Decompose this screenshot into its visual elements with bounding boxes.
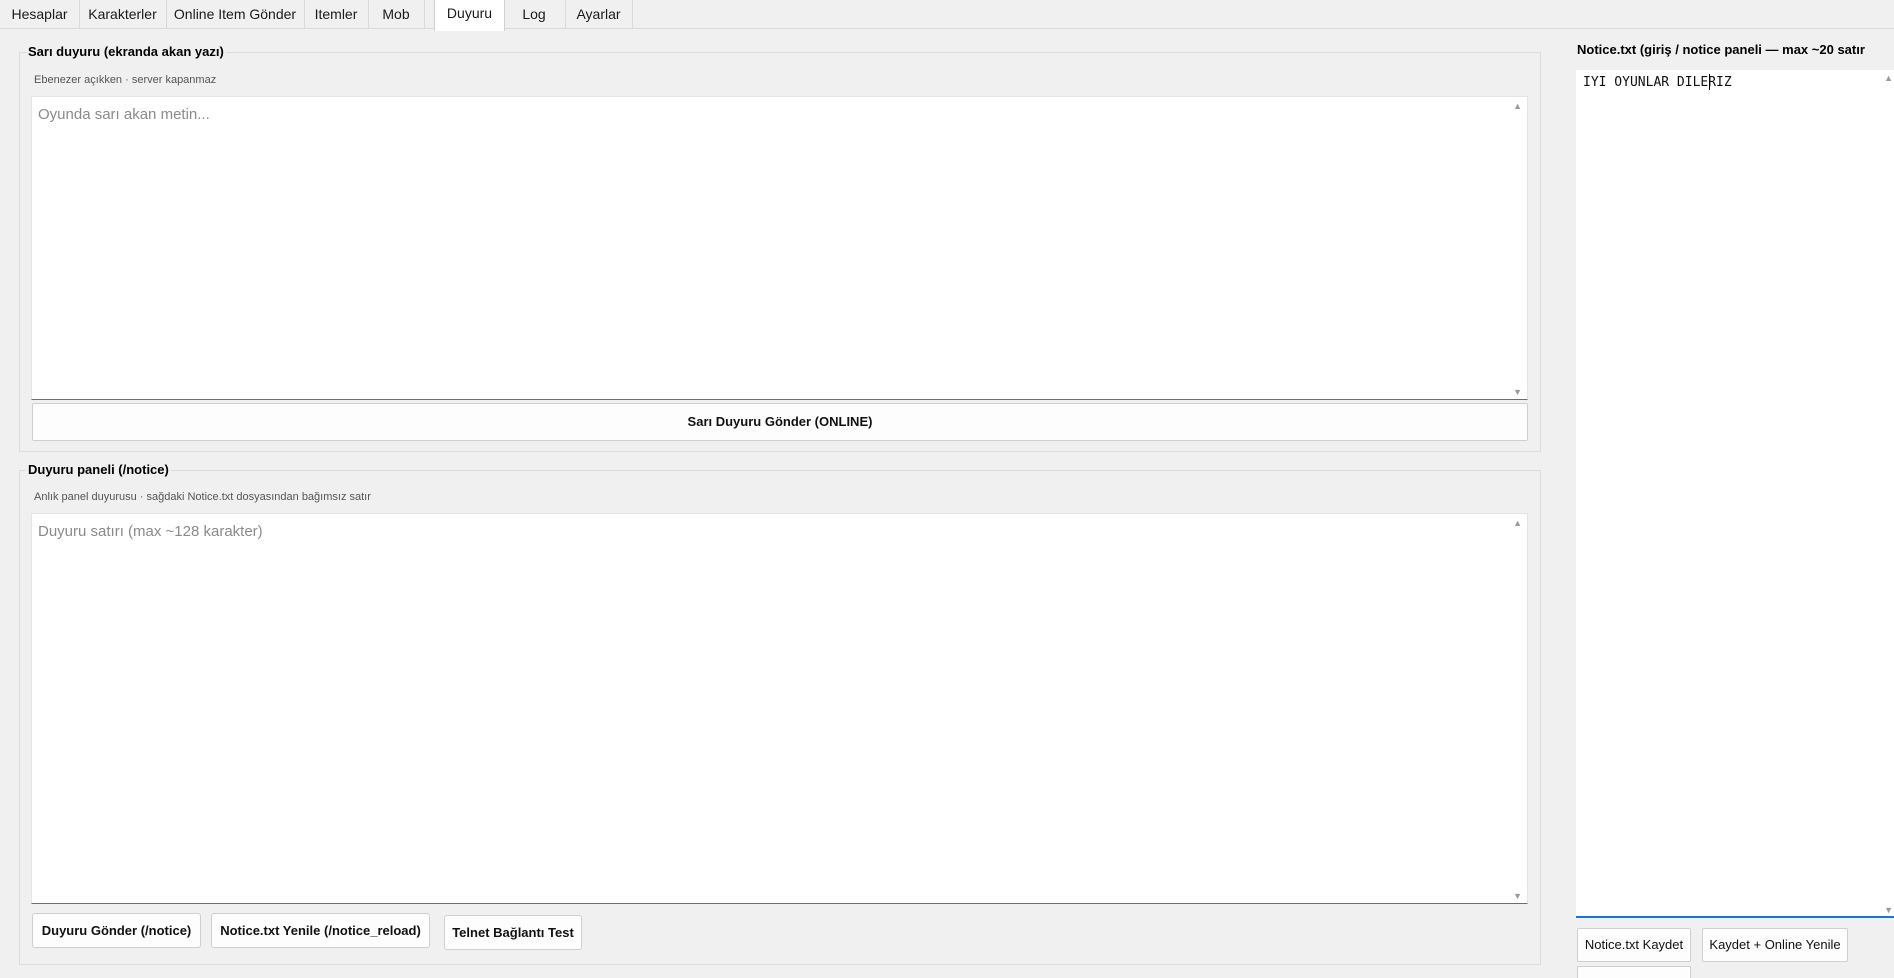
tab-log[interactable]: Log bbox=[503, 0, 566, 29]
notice-line-placeholder: Duyuru satırı (max ~128 karakter) bbox=[38, 523, 263, 540]
yellow-notice-title: Sarı duyuru (ekranda akan yazı) bbox=[26, 44, 226, 59]
text-cursor bbox=[1709, 74, 1710, 90]
save-notice-file-button[interactable]: Notice.txt Kaydet bbox=[1577, 928, 1691, 962]
tab-karakterler[interactable]: Karakterler bbox=[79, 0, 167, 29]
notice-panel-subtitle: Anlık panel duyurusu · sağdaki Notice.tx… bbox=[34, 491, 371, 503]
save-and-reload-button[interactable]: Kaydet + Online Yenile bbox=[1702, 928, 1848, 962]
scroll-down-icon[interactable]: ▼ bbox=[1884, 905, 1893, 915]
tab-mob[interactable]: Mob bbox=[368, 0, 425, 29]
send-notice-button[interactable]: Duyuru Gönder (/notice) bbox=[32, 913, 201, 948]
tab-duyuru[interactable]: Duyuru bbox=[434, 0, 505, 31]
tab-bar: Hesaplar Karakterler Online Item Gönder … bbox=[0, 0, 1894, 31]
telnet-test-button[interactable]: Telnet Bağlantı Test bbox=[444, 915, 582, 950]
yellow-notice-textarea[interactable]: Oyunda sarı akan metin... ▲ ▼ bbox=[31, 96, 1528, 400]
scroll-down-icon[interactable]: ▼ bbox=[1513, 387, 1522, 397]
notice-file-editor[interactable]: IYI OYUNLAR DILERIZ ▲ ▼ bbox=[1576, 70, 1894, 918]
notice-line-textarea[interactable]: Duyuru satırı (max ~128 karakter) ▲ ▼ bbox=[31, 513, 1528, 904]
tab-online-item-gonder[interactable]: Online Item Gönder bbox=[166, 0, 305, 29]
tab-itemler[interactable]: Itemler bbox=[304, 0, 369, 29]
scroll-up-icon[interactable]: ▲ bbox=[1513, 518, 1522, 528]
yellow-notice-placeholder: Oyunda sarı akan metin... bbox=[38, 106, 210, 123]
tab-hesaplar[interactable]: Hesaplar bbox=[0, 0, 80, 29]
notice-reload-button[interactable]: Notice.txt Yenile (/notice_reload) bbox=[211, 913, 430, 948]
scroll-down-icon[interactable]: ▼ bbox=[1513, 891, 1522, 901]
notice-file-title: Notice.txt (giriş / notice paneli — max … bbox=[1577, 42, 1865, 57]
send-yellow-notice-button[interactable]: Sarı Duyuru Gönder (ONLINE) bbox=[32, 403, 1528, 441]
scroll-up-icon[interactable]: ▲ bbox=[1513, 101, 1522, 111]
notice-panel-title: Duyuru paneli (/notice) bbox=[26, 462, 171, 477]
hidden-button-edge[interactable] bbox=[1577, 966, 1691, 978]
tab-ayarlar[interactable]: Ayarlar bbox=[565, 0, 633, 29]
yellow-notice-subtitle: Ebenezer açıkken · server kapanmaz bbox=[34, 74, 217, 86]
scroll-up-icon[interactable]: ▲ bbox=[1884, 73, 1893, 83]
